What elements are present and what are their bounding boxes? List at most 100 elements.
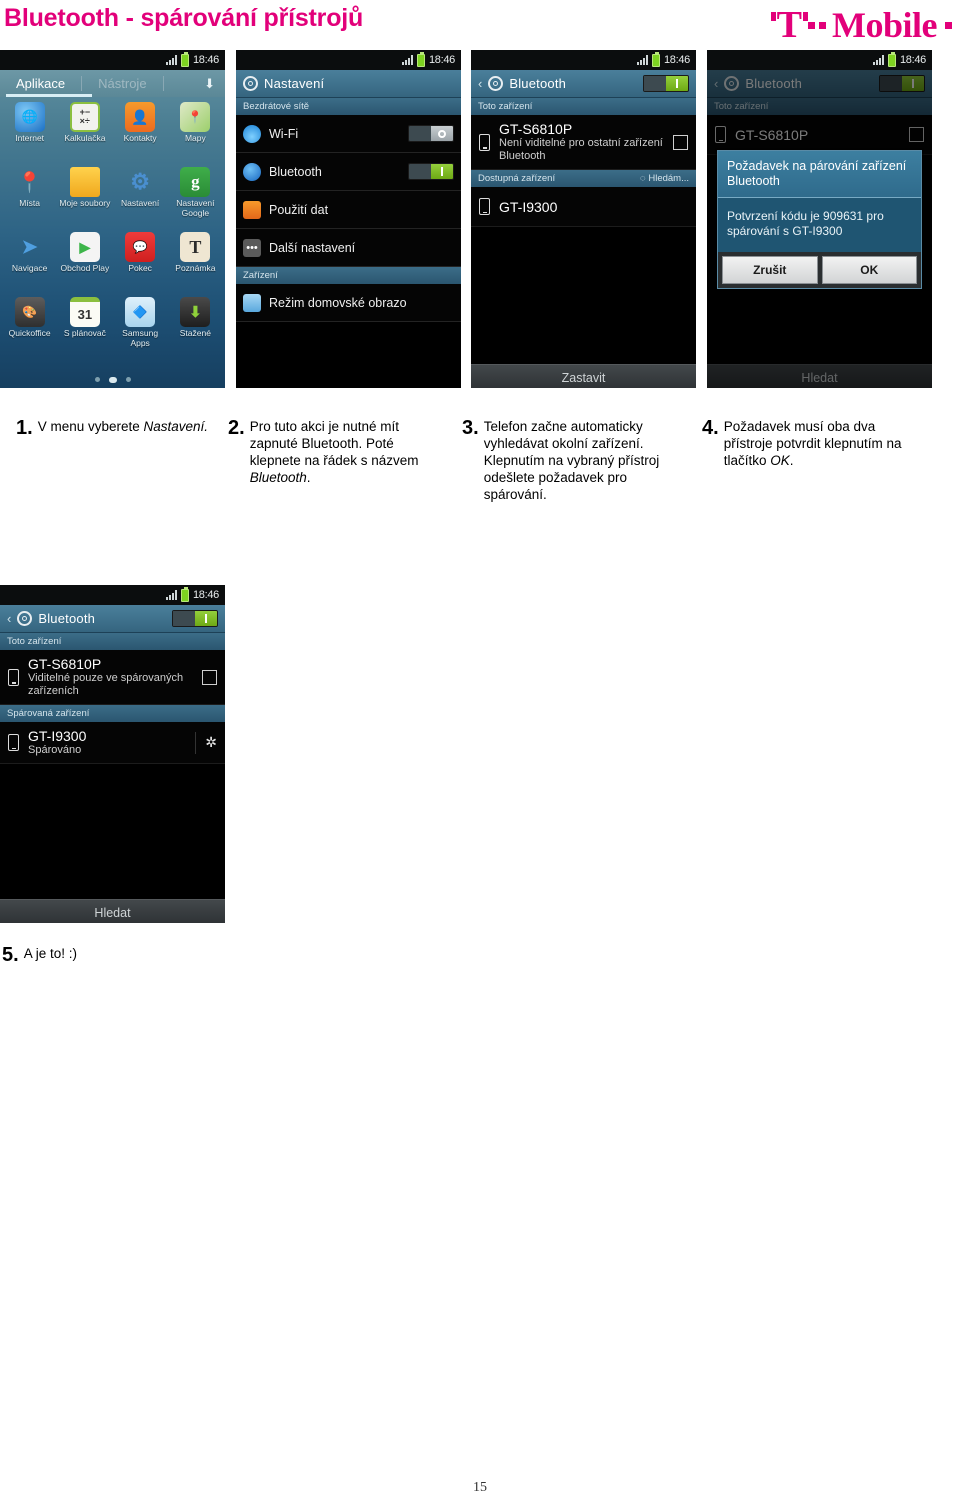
section-label: Bezdrátové sítě	[243, 101, 310, 112]
play-store-icon: ▶	[69, 232, 100, 262]
step-number: 2.	[228, 417, 245, 439]
section-header-device: Zařízení	[236, 267, 461, 284]
active-tab-underline	[6, 94, 92, 97]
app-item[interactable]: 🌐 Internet	[2, 102, 57, 167]
step-number: 1.	[16, 417, 33, 439]
device-name: GT-I9300	[28, 728, 87, 744]
bluetooth-toggle[interactable]	[408, 163, 454, 180]
app-label: Stažené	[179, 328, 211, 338]
device-name: GT-S6810P	[28, 656, 102, 672]
gear-icon	[17, 611, 33, 626]
app-item[interactable]: 💬 Pokec	[113, 232, 168, 297]
settings-row-more[interactable]: ••• Další nastavení	[236, 229, 461, 267]
section-label: Spárovaná zařízení	[7, 708, 90, 719]
more-dots-icon: •••	[243, 238, 261, 257]
status-bar: 18:46	[236, 50, 461, 70]
google-g-icon: g	[180, 167, 211, 197]
search-button[interactable]: Hledat	[0, 899, 225, 923]
app-item[interactable]: +− ×÷ Kalkulačka	[57, 102, 112, 167]
app-item[interactable]: 📍 Mapy	[168, 102, 223, 167]
app-item[interactable]: 31 S plánovač	[57, 297, 112, 362]
app-item[interactable]: 🔷 Samsung Apps	[113, 297, 168, 362]
dialog-message: Potvrzení kódu je 909631 pro spárování s…	[727, 209, 884, 238]
app-item[interactable]: 🎨 Quickoffice	[2, 297, 57, 362]
calendar-31-icon: 31	[69, 297, 100, 327]
settings-row-data-usage[interactable]: Použití dat	[236, 191, 461, 229]
settings-row-home-screen-mode[interactable]: Režim domovské obrazo	[236, 284, 461, 322]
available-device-row[interactable]: GT-I9300	[471, 187, 696, 227]
list-empty-area	[0, 764, 225, 899]
row-label: Použití dat	[269, 202, 329, 217]
status-bar: 18:46	[471, 50, 696, 70]
chat-bubble-icon: 💬	[125, 232, 156, 262]
this-device-row[interactable]: GT-S6810P Viditelné pouze ve spárovaných…	[0, 650, 225, 705]
tmobile-wordmark: Mobile	[832, 5, 937, 45]
app-drawer-tabs: Aplikace Nástroje ⬇	[0, 70, 225, 97]
paired-device-row[interactable]: GT-I9300 Spárováno ✲	[0, 722, 225, 764]
battery-icon	[416, 51, 425, 67]
gear-icon	[488, 76, 504, 91]
status-bar: 18:46	[0, 50, 225, 70]
map-pin-icon: 📍	[180, 102, 211, 132]
wifi-icon	[243, 124, 261, 143]
section-label: Toto zařízení	[7, 636, 62, 647]
app-label: Moje soubory	[59, 198, 111, 208]
stop-scan-button[interactable]: Zastavit	[471, 364, 696, 388]
note-t-icon: T	[180, 232, 211, 262]
signal-icon	[636, 55, 648, 65]
page-number: 15	[473, 1480, 487, 1495]
section-label: Dostupná zařízení	[478, 173, 556, 184]
app-item[interactable]: ⬇ Stažené	[168, 297, 223, 362]
spinner-icon: ◌	[640, 173, 646, 184]
ok-button[interactable]: OK	[821, 256, 917, 284]
tmobile-dot-icon	[945, 21, 952, 29]
signal-icon	[872, 55, 884, 65]
settings-row-wifi[interactable]: Wi-Fi	[236, 115, 461, 153]
page-dot-active	[108, 377, 117, 383]
phone-device-icon	[479, 133, 490, 151]
device-visibility-text: Není viditelné pro ostatní zařízení Blue…	[499, 137, 663, 162]
this-device-row[interactable]: GT-S6810P Není viditelné pro ostatní zař…	[471, 115, 696, 170]
battery-icon	[651, 51, 660, 67]
app-item[interactable]: 📍 Místa	[2, 167, 57, 232]
row-label: Bluetooth	[269, 164, 322, 179]
device-settings-gear-icon[interactable]: ✲	[205, 734, 217, 751]
row-divider	[195, 731, 197, 754]
cancel-button[interactable]: Zrušit	[722, 256, 818, 284]
signal-icon	[165, 590, 177, 600]
phone-screenshot-1-app-drawer: 18:46 Aplikace Nástroje ⬇ 🌐 Internet +− ×…	[0, 50, 225, 388]
app-label: Poznámka	[175, 263, 216, 273]
app-item[interactable]: 👤 Kontakty	[113, 102, 168, 167]
app-item[interactable]: Moje soubory	[57, 167, 112, 232]
visibility-checkbox[interactable]	[673, 134, 688, 150]
page-indicator-dots	[0, 377, 225, 383]
back-chevron-icon[interactable]: ‹	[7, 611, 11, 626]
app-item[interactable]: ➤ Navigace	[2, 232, 57, 297]
tab-nastroje[interactable]: Nástroje	[82, 71, 162, 97]
device-name: GT-I9300	[499, 198, 558, 215]
app-item[interactable]: g Nastavení Google	[168, 167, 223, 232]
page-dot	[125, 377, 131, 382]
section-header-this-device: Toto zařízení	[0, 633, 225, 650]
settings-row-bluetooth[interactable]: Bluetooth	[236, 153, 461, 191]
bluetooth-toggle[interactable]	[172, 610, 218, 627]
download-icon[interactable]: ⬇	[204, 76, 215, 92]
status-clock: 18:46	[428, 54, 455, 66]
phone-device-icon	[479, 198, 490, 215]
step-text: V menu vyberete Nastavení.	[37, 419, 209, 434]
visibility-checkbox[interactable]	[202, 669, 217, 685]
app-label: Obchod Play	[60, 263, 110, 273]
bluetooth-toggle[interactable]	[643, 75, 689, 92]
dialog-buttons: Zrušit OK	[718, 252, 921, 288]
bluetooth-icon	[243, 162, 261, 181]
section-label: Zařízení	[243, 270, 278, 281]
app-item[interactable]: ▶ Obchod Play	[57, 232, 112, 297]
wifi-toggle[interactable]	[408, 125, 454, 142]
app-item[interactable]: T Poznámka	[168, 232, 223, 297]
back-chevron-icon[interactable]: ‹	[478, 76, 482, 91]
quickoffice-icon: 🎨	[14, 297, 45, 327]
tab-aplikace[interactable]: Aplikace	[0, 71, 81, 97]
tmobile-t-letter: T	[770, 4, 809, 46]
step-caption-5: 5. A je to! :)	[2, 945, 302, 965]
app-item[interactable]: ⚙ Nastavení	[113, 167, 168, 232]
